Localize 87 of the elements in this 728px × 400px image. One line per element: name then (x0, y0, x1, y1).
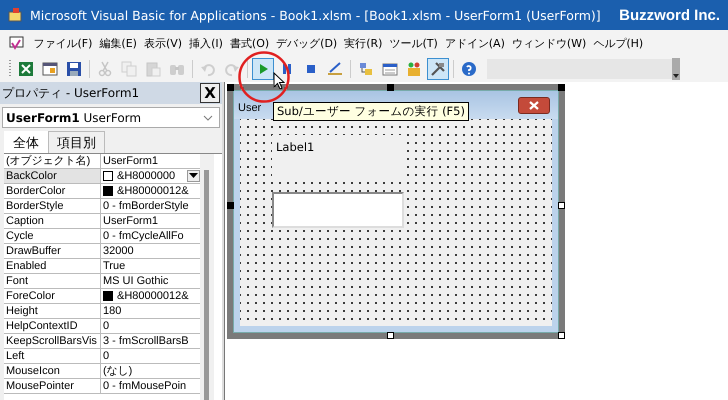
property-value[interactable]: True (103, 259, 126, 273)
resize-handle[interactable] (387, 84, 394, 91)
property-value[interactable]: UserForm1 (103, 214, 158, 228)
toolbox-icon (430, 61, 446, 77)
toolbox-button[interactable] (427, 58, 449, 80)
panel-tab[interactable]: 全体 (4, 131, 48, 153)
property-value[interactable]: UserForm1 (103, 154, 158, 168)
property-name[interactable]: Left (4, 349, 101, 363)
window-title: Microsoft Visual Basic for Applications - Book1.xlsm - [Book1.xlsm - UserForm1 (UserForm)] (30, 8, 602, 22)
menu-item[interactable]: 実行(R) (340, 36, 386, 50)
close-icon (528, 100, 540, 110)
resize-handle[interactable] (227, 84, 234, 91)
property-name[interactable]: MousePointer (4, 379, 101, 393)
copy-icon (121, 61, 137, 77)
resize-handle[interactable] (558, 202, 565, 209)
cut-icon (97, 61, 113, 77)
help-icon (461, 61, 477, 77)
property-value[interactable]: 0 (103, 319, 110, 333)
menu-item[interactable]: 書式(O) (226, 36, 273, 50)
menu-item[interactable]: ファイル(F) (30, 36, 96, 50)
property-name[interactable]: HelpContextID (4, 319, 101, 333)
property-value[interactable]: 3 - fmScrollBarsB (103, 334, 189, 348)
property-name[interactable]: BorderStyle (4, 199, 101, 213)
property-value[interactable]: 180 (103, 304, 122, 318)
toolbar-field[interactable] (487, 59, 672, 79)
property-name[interactable]: KeepScrollBarsVis (4, 334, 101, 348)
property-value[interactable]: 0 - fmBorderStyle (103, 199, 189, 213)
menu-item[interactable]: ヘルプ(H) (590, 36, 647, 50)
form-caption: User (238, 102, 262, 114)
dropdown-button[interactable] (187, 170, 200, 182)
design-icon (327, 61, 343, 77)
resize-handle[interactable] (558, 84, 565, 91)
object-dropdown[interactable]: UserForm1 UserForm (2, 107, 220, 128)
toolbar-options-icon[interactable] (672, 58, 680, 80)
menu-item[interactable]: ウィンドウ(W) (508, 36, 590, 50)
property-value[interactable]: 0 - fmCycleAllFo (103, 229, 184, 243)
property-value[interactable]: (なし) (103, 364, 132, 378)
property-name[interactable]: Height (4, 304, 101, 318)
menu-item[interactable]: ツール(T) (386, 36, 442, 50)
property-name[interactable]: Enabled (4, 259, 101, 273)
property-name[interactable]: Caption (4, 214, 101, 228)
property-value[interactable]: 32000 (103, 244, 134, 258)
close-button[interactable] (518, 96, 550, 114)
properties-icon (382, 61, 398, 77)
property-name[interactable]: BackColor (4, 169, 101, 183)
textbox-control[interactable] (272, 192, 404, 228)
resize-handle[interactable] (558, 332, 565, 339)
menu-item[interactable]: 挿入(I) (186, 36, 226, 50)
chevron-icon (202, 114, 214, 122)
property-value[interactable]: MS UI Gothic (103, 274, 168, 288)
menu-item[interactable]: 編集(E) (96, 36, 140, 50)
property-name[interactable]: (オブジェクト名) (4, 154, 101, 168)
redo-icon (224, 61, 240, 77)
app-icon (8, 7, 24, 23)
undo-icon (200, 61, 216, 77)
property-value[interactable]: &H8000000 (117, 169, 176, 183)
close-button[interactable]: X (200, 83, 220, 103)
save-icon (66, 61, 82, 77)
objects-icon (406, 61, 422, 77)
property-value[interactable]: 0 (103, 349, 110, 363)
property-value[interactable]: 0 - fmMousePoin (103, 379, 186, 393)
property-name[interactable]: DrawBuffer (4, 244, 101, 258)
property-name[interactable]: ForeColor (4, 289, 101, 303)
excel-icon (18, 61, 34, 77)
form-icon[interactable] (8, 34, 26, 52)
property-value[interactable]: &H80000012& (117, 289, 189, 303)
paste-icon (145, 61, 161, 77)
scrollbar[interactable] (200, 154, 214, 400)
run-button[interactable] (252, 58, 274, 80)
highlight-circle (238, 51, 290, 103)
resize-handle[interactable] (227, 202, 234, 209)
menu-item[interactable]: アドイン(A) (441, 36, 508, 50)
project-icon (358, 61, 374, 77)
tooltip: Sub/ユーザー フォームの実行 (F5) (273, 102, 469, 121)
label-control[interactable]: Label1 (272, 135, 404, 177)
caret-icon (189, 173, 198, 179)
property-name[interactable]: BorderColor (4, 184, 101, 198)
panel-title: プロパティ - UserForm1 (2, 84, 140, 102)
property-name[interactable]: MouseIcon (4, 364, 101, 378)
menu-item[interactable]: デバッグ(D) (272, 36, 341, 50)
property-value[interactable]: &H80000012& (117, 184, 189, 198)
property-name[interactable]: Font (4, 274, 101, 288)
property-name[interactable]: Cycle (4, 229, 101, 243)
panel-tab[interactable]: 項目別 (48, 131, 105, 153)
menu-item[interactable]: 表示(V) (140, 36, 186, 50)
brand-text: Buzzword Inc. (619, 6, 720, 24)
resize-handle[interactable] (387, 332, 394, 339)
